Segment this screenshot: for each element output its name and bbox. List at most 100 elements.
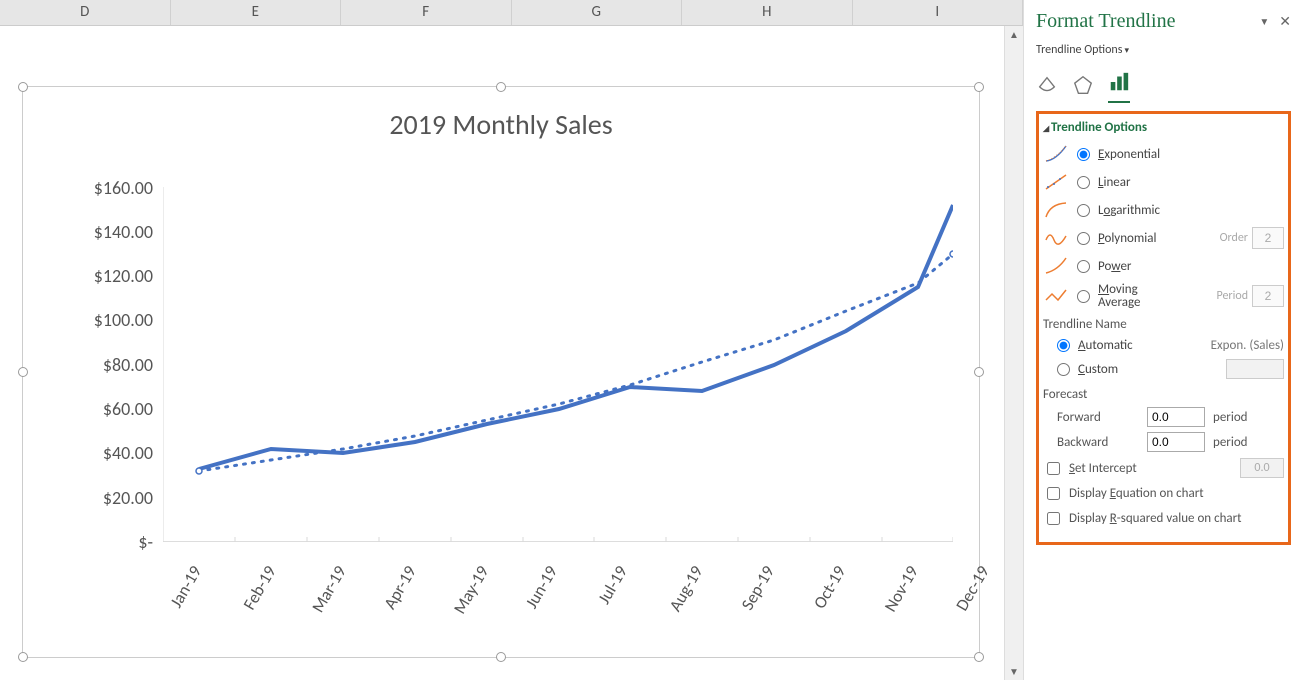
display-r2-checkbox[interactable] — [1047, 512, 1060, 525]
x-tick: Nov-19 — [880, 562, 923, 615]
pane-options-dropdown-icon[interactable]: ▼ — [1259, 15, 1269, 28]
trend-endpoint — [196, 468, 202, 474]
y-tick: $60.00 — [103, 398, 153, 420]
column-headers: D E F G H I — [0, 0, 1023, 26]
trend-endpoint — [950, 251, 953, 257]
automatic-name-value: Expon. (Sales) — [1211, 338, 1284, 353]
resize-handle[interactable] — [974, 652, 984, 662]
display-equation-checkbox[interactable] — [1047, 487, 1060, 500]
y-tick: $- — [138, 531, 153, 553]
y-tick: $20.00 — [103, 487, 153, 509]
power-radio[interactable] — [1077, 260, 1090, 273]
moving-average-radio[interactable] — [1077, 290, 1090, 303]
x-tick: Apr-19 — [379, 562, 421, 613]
resize-handle[interactable] — [496, 652, 506, 662]
set-intercept-label: Set Intercept — [1069, 461, 1137, 476]
linear-icon — [1043, 171, 1069, 193]
x-tick: Jun-19 — [521, 562, 562, 612]
backward-input[interactable] — [1147, 432, 1205, 452]
col-header[interactable]: D — [0, 0, 171, 25]
x-tick: Sep-19 — [737, 562, 779, 614]
x-tick: Dec-19 — [951, 562, 993, 615]
x-axis[interactable]: Jan-19 Feb-19 Mar-19 Apr-19 May-19 Jun-1… — [163, 562, 953, 642]
moving-average-icon — [1043, 285, 1069, 307]
exponential-radio[interactable] — [1077, 148, 1090, 161]
forward-input[interactable] — [1147, 407, 1205, 427]
x-tick: May-19 — [449, 562, 493, 618]
polynomial-radio[interactable] — [1077, 232, 1090, 245]
chart-title[interactable]: 2019 Monthly Sales — [23, 107, 979, 142]
linear-radio[interactable] — [1077, 176, 1090, 189]
y-tick: $40.00 — [103, 442, 153, 464]
pane-subtitle[interactable]: Trendline Options — [1036, 43, 1291, 57]
x-tick: Mar-19 — [307, 562, 350, 616]
linear-label: Linear — [1098, 175, 1131, 190]
resize-handle[interactable] — [18, 367, 28, 377]
x-tick: Feb-19 — [239, 562, 281, 614]
col-header[interactable]: E — [171, 0, 342, 25]
logarithmic-radio[interactable] — [1077, 204, 1090, 217]
power-label: Power — [1098, 259, 1131, 274]
col-header[interactable]: F — [341, 0, 512, 25]
fill-line-tab-icon[interactable] — [1036, 74, 1058, 100]
effects-tab-icon[interactable] — [1072, 74, 1094, 100]
spreadsheet-area: D E F G H I ▲ ▼ 2019 Monthly Sales — [0, 0, 1023, 680]
resize-handle[interactable] — [18, 652, 28, 662]
y-tick: $120.00 — [94, 265, 153, 287]
trendline-options-tab-icon[interactable] — [1108, 71, 1130, 103]
col-header[interactable]: G — [512, 0, 683, 25]
col-header[interactable]: I — [853, 0, 1024, 25]
close-pane-icon[interactable]: ✕ — [1279, 13, 1291, 30]
automatic-name-label: Automatic — [1078, 338, 1133, 353]
custom-name-input[interactable] — [1226, 359, 1284, 379]
backward-unit: period — [1213, 435, 1248, 450]
set-intercept-checkbox[interactable] — [1047, 462, 1060, 475]
y-tick: $100.00 — [94, 309, 153, 331]
y-axis[interactable]: $160.00 $140.00 $120.00 $100.00 $80.00 $… — [53, 187, 153, 542]
y-tick: $80.00 — [103, 354, 153, 376]
scroll-down-icon[interactable]: ▼ — [1005, 663, 1023, 680]
format-trendline-pane: Format Trendline ▼ ✕ Trendline Options T… — [1023, 0, 1303, 680]
polynomial-label: Polynomial — [1098, 231, 1156, 246]
backward-label: Backward — [1057, 435, 1147, 450]
display-r2-label: Display R-squared value on chart — [1069, 511, 1242, 526]
automatic-name-radio[interactable] — [1057, 339, 1070, 352]
x-tick: Aug-19 — [665, 562, 708, 615]
vertical-scrollbar[interactable]: ▲ ▼ — [1004, 26, 1023, 680]
moving-average-label: MovingAverage — [1098, 283, 1140, 309]
resize-handle[interactable] — [974, 82, 984, 92]
trendline-name-header: Trendline Name — [1043, 317, 1284, 332]
forward-unit: period — [1213, 410, 1248, 425]
resize-handle[interactable] — [18, 82, 28, 92]
scroll-up-icon[interactable]: ▲ — [1005, 26, 1023, 44]
forecast-header: Forecast — [1043, 387, 1284, 402]
custom-name-radio[interactable] — [1057, 363, 1070, 376]
period-label: Period — [1217, 289, 1249, 303]
section-header[interactable]: Trendline Options — [1043, 120, 1284, 135]
col-header[interactable]: H — [682, 0, 853, 25]
polynomial-icon — [1043, 227, 1069, 249]
pane-title: Format Trendline — [1036, 10, 1259, 33]
chart-object[interactable]: 2019 Monthly Sales $160.00 $140.00 $120.… — [22, 86, 980, 658]
x-tick: Jan-19 — [165, 562, 206, 611]
order-label: Order — [1220, 231, 1248, 245]
highlighted-options: Trendline Options Exponential Linear Log… — [1036, 111, 1291, 545]
exponential-icon — [1043, 143, 1069, 165]
plot-area[interactable] — [163, 187, 953, 542]
x-tick: Jul-19 — [593, 562, 632, 608]
exponential-label: Exponential — [1098, 147, 1160, 162]
sales-series[interactable] — [199, 205, 953, 469]
resize-handle[interactable] — [974, 367, 984, 377]
y-tick: $140.00 — [94, 221, 153, 243]
x-tick: Oct-19 — [809, 562, 850, 612]
logarithmic-label: Logarithmic — [1098, 203, 1160, 218]
display-equation-label: Display Equation on chart — [1069, 486, 1204, 501]
trendline-series[interactable] — [199, 254, 953, 471]
power-icon — [1043, 255, 1069, 277]
resize-handle[interactable] — [496, 82, 506, 92]
logarithmic-icon — [1043, 199, 1069, 221]
set-intercept-value: 0.0 — [1240, 458, 1284, 478]
period-input — [1252, 285, 1284, 307]
order-input — [1252, 227, 1284, 249]
custom-name-label: Custom — [1078, 362, 1118, 377]
